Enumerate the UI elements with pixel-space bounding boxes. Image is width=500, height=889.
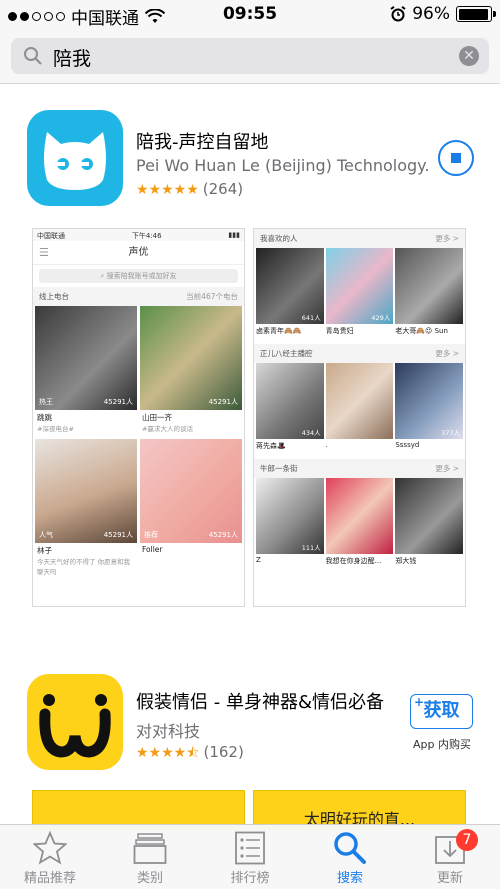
tab-search[interactable]: 搜索 <box>300 825 400 889</box>
smile-w-icon <box>39 694 111 758</box>
app-icon-peiwo[interactable] <box>27 110 123 206</box>
star-icons: ★★★★⯪ <box>136 745 200 761</box>
user-tile: 377人 <box>395 363 463 439</box>
preview-title: 声优 <box>128 247 149 258</box>
search-query: 陪我 <box>53 48 92 70</box>
in-app-purchase-label: App 内购买 <box>413 738 471 751</box>
status-bar: 中国联通 09:55 96% <box>0 0 500 29</box>
user-names: Z 我想在你身边醒... 郑大钱 <box>256 556 417 565</box>
preview-battery-icon: ▮▮▮ <box>228 231 240 239</box>
user-tile <box>395 478 463 554</box>
tab-featured[interactable]: 精品推荐 <box>0 825 100 889</box>
cat-face-icon <box>44 132 106 190</box>
user-tile: 641人 <box>256 248 324 324</box>
clear-icon[interactable]: ✕ <box>459 46 479 66</box>
rating-count: (264) <box>202 180 244 198</box>
update-count-badge: 7 <box>456 829 478 851</box>
tab-bar: 精品推荐 类别 排行榜 搜索 更新 7 <box>0 824 500 889</box>
tile-name: 跳跳 <box>37 413 52 422</box>
battery-icon <box>456 6 496 22</box>
preview-section-header: 正儿八经主播腔 更多 > <box>254 344 465 363</box>
star-icon <box>33 831 67 865</box>
preview-header: ☰ 声优 <box>33 241 244 265</box>
preview-time: 下午4:46 <box>131 232 162 240</box>
app-icon-fake-lovers[interactable] <box>27 674 123 770</box>
stack-icon <box>133 833 167 864</box>
user-names: 卤素青年🙈🙈 青岛贵妇 老大哥🙈😉 Sun <box>256 327 448 335</box>
preview-search: ⌕ 搜索陪我账号或加好友 <box>39 269 238 283</box>
tile-desc: #深夜电台# <box>37 425 74 433</box>
plus-icon: + <box>414 695 425 709</box>
user-tile: 434人 <box>256 363 324 439</box>
battery-percent: 96% <box>412 4 450 24</box>
tile-name: 山田一齐 <box>142 413 172 422</box>
tab-label: 搜索 <box>336 871 363 886</box>
user-tile <box>395 248 463 324</box>
user-tile: 111人 <box>256 478 324 554</box>
tab-label: 精品推荐 <box>23 871 76 886</box>
preview-carrier: 中国联通 <box>37 232 65 240</box>
preview-status-bar: 中国联通 下午4:46 ▮▮▮ <box>33 229 244 241</box>
preview-section-header: 我喜欢的人 更多 > <box>254 229 465 248</box>
app-developer: Pei Wo Huan Le (Beijing) Technology... <box>136 156 428 175</box>
tab-label: 排行榜 <box>230 871 270 886</box>
tab-label: 类别 <box>136 871 163 886</box>
tab-label: 更新 <box>436 871 463 886</box>
search-bar: 陪我 ✕ <box>0 28 500 84</box>
get-label: 获取 <box>423 700 460 721</box>
app-screenshot-2[interactable]: 我喜欢的人 更多 > 641人 429人 卤素青年🙈🙈 青岛贵妇 老大哥🙈😉 Sun … <box>253 228 466 607</box>
radio-tile: 人气 45291人 <box>35 439 137 543</box>
get-button[interactable]: + 获取 <box>410 694 473 729</box>
rating-stars: ★★★★⯪ (162) <box>136 742 244 766</box>
user-tile <box>325 363 394 439</box>
preview-section-header: 线上电台 当前467个电台 <box>33 287 244 306</box>
menu-icon: ☰ <box>39 246 49 259</box>
list-icon <box>235 831 265 865</box>
user-tile: 429人 <box>325 248 394 324</box>
user-names: 蒋先森🎩. Ssssyd <box>256 441 420 450</box>
star-icons: ★★★★★ <box>136 182 199 198</box>
radio-tile: 45291人 <box>140 306 242 410</box>
tile-desc <box>140 554 242 557</box>
search-input[interactable]: 陪我 ✕ <box>11 38 489 74</box>
app-developer: 对对科技 <box>136 722 201 741</box>
tile-desc: #赢求大人的谈话 <box>142 425 193 433</box>
app-title[interactable]: 陪我-声控自留地 <box>136 128 269 154</box>
rating-stars: ★★★★★ (264) <box>136 180 243 198</box>
app-title[interactable]: 假装情侣 - 单身神器&情侣必备 <box>136 688 384 714</box>
tile-name: 林子 <box>37 546 52 555</box>
preview-section-header: 牛郎一条街 更多 > <box>254 459 465 478</box>
tab-charts[interactable]: 排行榜 <box>200 825 300 889</box>
radio-tile: 推荐 45291人 <box>140 439 242 543</box>
tile-desc: 今天天气好的不得了 你愿意和我聊天吗 <box>37 558 131 576</box>
tile-name: Foller <box>142 545 163 554</box>
alarm-icon <box>390 6 406 22</box>
radio-tile: 热王 45291人 <box>35 306 137 410</box>
tab-updates[interactable]: 更新 7 <box>400 825 500 889</box>
search-icon <box>334 832 366 864</box>
tab-categories[interactable]: 类别 <box>100 825 200 889</box>
stop-download-button[interactable] <box>438 140 474 176</box>
search-icon <box>24 47 42 65</box>
app-screenshot-1[interactable]: 中国联通 下午4:46 ▮▮▮ ☰ 声优 ⌕ 搜索陪我账号或加好友 线上电台 当前… <box>32 228 245 607</box>
user-tile <box>325 478 394 554</box>
rating-count: (162) <box>203 743 244 761</box>
